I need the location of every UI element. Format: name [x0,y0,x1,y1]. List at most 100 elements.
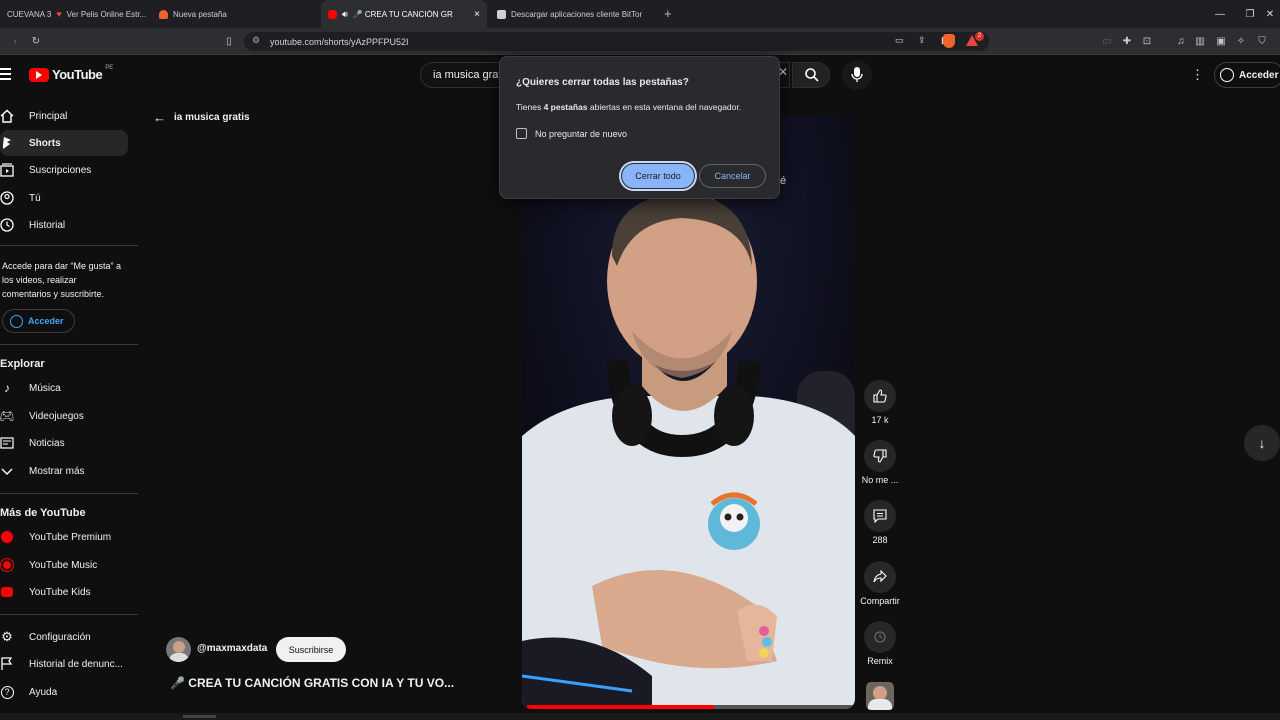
sidebar-item-label: YouTube Music [29,559,98,571]
back-to-search[interactable]: ← ia musica gratis [153,110,250,125]
share-page-icon[interactable]: ⇪ [918,35,926,46]
dont-ask-again-checkbox[interactable] [516,128,527,139]
address-bar[interactable]: ⚙︎ youtube.com/shorts/yAzPPFPU52I ▭ ⇪ ◧ [244,32,989,51]
like-button[interactable] [864,380,896,412]
extension-icon[interactable]: ▭ [1100,34,1114,48]
puzzle-icon[interactable]: ✚ [1120,34,1134,48]
home-icon [0,109,14,123]
sidebar-item-gaming[interactable]: 🎮︎ Videojuegos [0,403,128,429]
back-arrow-icon: ← [153,110,166,125]
music-icon: ♪ [4,381,10,395]
sidebar-item-youtube-music[interactable]: YouTube Music [0,552,128,578]
tab-new-tab[interactable]: Nueva pestaña [152,0,317,28]
history-icon [0,218,14,232]
forward-icon[interactable]: › [8,34,22,48]
browser-tab-bar: CUEVANA 3 ♥ Ver Pelis Online Estr... Nue… [0,0,1280,28]
rewards-badge: 2 [975,32,984,41]
signin-button[interactable]: Acceder [1214,62,1280,88]
sidebar-item-news[interactable]: Noticias [0,430,128,456]
speaker-icon[interactable]: 🔊︎ [342,9,348,20]
short-title[interactable]: 🎤 CREA TU CANCIÓN GRATIS CON IA Y TU VO.… [170,676,454,690]
sound-thumbnail[interactable] [866,682,894,710]
wallet-icon[interactable]: ▣ [1214,34,1228,48]
voice-search-button[interactable] [842,60,872,90]
tab-label: Ver Pelis Online Estr... [66,9,147,19]
sidebar-item-settings[interactable]: ⚙ Configuración [0,624,128,650]
short-video-player[interactable] [522,116,855,709]
dislike-button[interactable] [864,440,896,472]
tab-cuevana[interactable]: CUEVANA 3 ♥ Ver Pelis Online Estr... [0,0,150,28]
cast-icon[interactable]: ▭ [895,35,904,46]
tab-label: 🎤 CREA TU CANCIÓN GRATI [352,9,453,19]
cancel-button[interactable]: Cancelar [699,164,766,188]
youtube-favicon-icon [328,9,337,19]
minimize-icon[interactable]: — [1205,0,1235,28]
likes-count: 17 k [871,415,889,425]
close-tabs-dialog: ¿Quieres cerrar todas las pestañas? Tien… [499,56,780,199]
sidebar-item-label: Música [29,382,61,394]
channel-name[interactable]: @maxmaxdata [197,643,267,654]
gear-icon: ⚙ [1,629,13,644]
sidebar-item-youtube-premium[interactable]: YouTube Premium [0,524,128,550]
bookmark-icon[interactable]: ▯ [222,34,236,48]
new-tab-icon[interactable]: + [664,6,672,21]
close-all-button[interactable]: Cerrar todo [619,161,697,191]
comments-action[interactable]: 288 [856,500,904,545]
video-caption-fragment: é [780,175,787,187]
dislike-action[interactable]: No me ... [856,440,904,485]
tab-label: CUEVANA 3 [7,9,52,19]
divider [0,245,138,246]
you-icon [0,191,14,205]
search-button[interactable] [792,62,830,88]
youtube-logo[interactable]: YouTube PE [29,65,113,82]
menu-icon[interactable] [0,68,11,80]
remix-action[interactable]: Remix [856,621,904,666]
sidebar-item-label: Principal [29,110,68,122]
sidebar-item-label: Noticias [29,437,65,449]
dont-ask-again-option[interactable]: No preguntar de nuevo [516,128,627,139]
sidebar-item-history[interactable]: Historial [0,212,128,238]
music-note-icon[interactable]: ♫ [1174,34,1188,48]
avatar[interactable] [166,637,191,662]
sidebar-item-show-more[interactable]: Mostrar más [0,458,128,484]
tab-bittorrent[interactable]: Descargar aplicaciones cliente BitTor [490,0,660,28]
divider [0,493,138,494]
vpn-icon[interactable]: ⛉ [1255,34,1269,48]
brave-shields-icon[interactable] [943,34,955,48]
comment-icon [873,509,887,523]
comments-button[interactable] [864,500,896,532]
sidebar-item-label: YouTube Premium [29,531,112,543]
sidebar-item-principal[interactable]: Principal [0,103,128,129]
screenshot-icon[interactable]: ⊡ [1140,34,1154,48]
sidebar-item-music[interactable]: ♪ Música [0,375,128,401]
sidebar-item-help[interactable]: ? Ayuda [0,679,128,705]
leo-ai-icon[interactable]: ✧ [1234,34,1248,48]
like-action[interactable]: 17 k [856,380,904,425]
sidebar-item-shorts[interactable]: Shorts [0,130,128,156]
shorts-icon [3,137,11,149]
sidebar-toggle-icon[interactable]: ▥ [1193,34,1207,48]
reload-icon[interactable]: ↻ [29,34,43,48]
subscribe-button[interactable]: Suscribirse [276,637,346,662]
sidebar-item-youtube-kids[interactable]: YouTube Kids [0,579,128,605]
account-icon [1220,68,1234,82]
youtube-logo-icon [29,67,49,82]
sidebar-item-subscriptions[interactable]: Suscripciones [0,157,128,183]
sidebar-signin-button[interactable]: Acceder [2,309,75,333]
next-short-button[interactable]: ↓ [1244,425,1280,461]
site-info-icon[interactable]: ⚙︎ [252,35,260,46]
sidebar-item-report-history[interactable]: Historial de denunc... [0,651,128,677]
sidebar-item-you[interactable]: Tú [0,185,128,211]
close-window-icon[interactable]: ✕ [1255,0,1280,28]
microphone-icon [851,67,863,82]
share-label: Compartir [860,596,900,606]
tab-youtube-active[interactable]: 🔊︎ 🎤 CREA TU CANCIÓN GRATI × [321,0,487,28]
checkbox-label: No preguntar de nuevo [535,128,628,139]
share-button[interactable] [864,561,896,593]
remix-button[interactable] [864,621,896,653]
signin-prompt: Accede para dar “Me gusta” a los videos,… [2,261,122,299]
share-action[interactable]: Compartir [856,561,904,606]
more-options-icon[interactable]: ⋮ [1191,67,1204,83]
close-tab-icon[interactable]: × [474,9,480,20]
remix-icon [874,631,886,643]
